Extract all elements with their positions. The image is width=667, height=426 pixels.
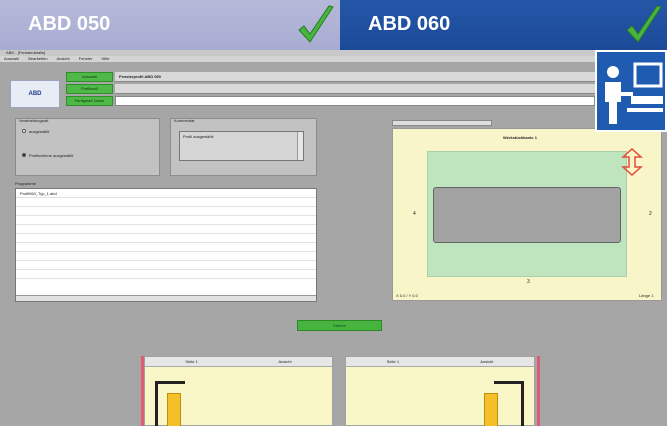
list-item: [16, 261, 316, 270]
lower-left-header-col1: Seite 1: [185, 359, 198, 364]
menu-item-hilfe[interactable]: Hilfe: [101, 56, 109, 61]
clamp-bracket: [155, 381, 158, 426]
list-item: [16, 234, 316, 243]
profile-input[interactable]: [115, 96, 595, 106]
comment-textarea[interactable]: Profil ausgewählt: [179, 131, 304, 161]
check-icon: [298, 5, 334, 43]
menu-item-bearbeiten[interactable]: Bearbeiten: [28, 56, 47, 61]
lower-right-panel: Seite 1 Ansicht: [345, 356, 535, 426]
menu-bar: Auswahl Bearbeiten Ansicht Fenster Hilfe: [0, 56, 667, 62]
check-icon: [626, 5, 662, 43]
menu-item-ansicht[interactable]: Ansicht: [57, 56, 70, 61]
list-horizontal-scrollbar[interactable]: [16, 295, 316, 301]
clamp-bracket: [521, 381, 524, 426]
start-button[interactable]: Starten: [297, 320, 382, 331]
list-item: [16, 243, 316, 252]
list-item: [16, 198, 316, 207]
comment-group-label: Kommentar: [174, 118, 195, 123]
menu-item-auswahl[interactable]: Auswahl: [4, 56, 19, 61]
dim-bottom-label: 3: [527, 279, 530, 285]
radio-option-1[interactable]: [22, 129, 26, 133]
lower-left-panel: Seite 1 Ansicht: [144, 356, 333, 426]
radio-option-2-label: Profilschiene ausgewählt: [29, 153, 74, 158]
auswahl-button[interactable]: Auswahl: [66, 72, 113, 82]
program-list[interactable]: Profil060_Typ_1.abd: [15, 188, 317, 302]
comment-group: Kommentar Profil ausgewählt: [170, 118, 317, 176]
abd-050-banner: ABD 050: [0, 0, 340, 50]
list-item: [16, 207, 316, 216]
lower-right-header: Seite 1 Ansicht: [346, 357, 534, 367]
dim-right-label: 2: [649, 211, 652, 217]
lower-left-header: Seite 1 Ansicht: [145, 357, 332, 367]
list-item: [16, 216, 316, 225]
lower-left-header-col2: Ansicht: [278, 359, 292, 364]
radio-option-2[interactable]: [22, 153, 26, 157]
coords-left: X 0.0 / Y 0.0: [396, 293, 418, 298]
abd-060-banner: ABD 060: [340, 0, 667, 50]
workpiece-panel[interactable]: [433, 187, 621, 243]
operator-computer-icon: [595, 50, 667, 132]
lower-right-header-col2: Ansicht: [480, 359, 494, 364]
comment-scrollbar[interactable]: [297, 132, 303, 160]
fertigmass-button[interactable]: Fertigmaß Nutze: [66, 96, 113, 106]
menu-item-fenster[interactable]: Fenster: [79, 56, 93, 61]
profilmass-button[interactable]: Profilmaß: [66, 84, 113, 94]
profile-field[interactable]: [115, 84, 595, 94]
list-item: [16, 225, 316, 234]
profile-label: Fensterprofil ABD 050: [115, 72, 595, 82]
list-item: [16, 252, 316, 261]
app-logo: ABD: [10, 80, 60, 108]
list-item-label: Profil060_Typ_1.abd: [20, 191, 57, 196]
workpiece-block: [167, 393, 181, 426]
list-group-label: Programme: [15, 181, 36, 186]
dim-left-label: 4: [413, 211, 416, 217]
application-window: ABD - [Fensterdetails] Auswahl Bearbeite…: [0, 50, 667, 426]
view-tabs[interactable]: [392, 120, 492, 126]
lower-right-header-col1: Seite 1: [386, 359, 400, 364]
clamp-bracket: [494, 381, 524, 384]
arrow-icon: [621, 147, 643, 177]
abd-060-title: ABD 060: [368, 13, 451, 35]
screenshot: ABD 050 ABD 060 ABD - [Fensterdetails] A…: [0, 0, 667, 426]
coords-right: Länge 1: [639, 293, 654, 298]
abd-050-title: ABD 050: [28, 13, 111, 35]
list-item[interactable]: Profil060_Typ_1.abd: [16, 189, 316, 198]
radio-option-1-label: ausgewählt: [29, 129, 50, 134]
lower-right-marker: [537, 356, 540, 426]
options-group: Verarbeitungsart ausgewählt Profilschien…: [15, 118, 160, 176]
list-item: [16, 270, 316, 279]
workpiece-drawing: Werkstückkante 1 4 2 3 X 0.0 / Y 0.0 Län…: [392, 128, 662, 301]
workpiece-block: [484, 393, 498, 426]
drawing-title: Werkstückkante 1: [503, 135, 537, 140]
comment-text: Profil ausgewählt: [183, 134, 214, 139]
clamp-bracket: [155, 381, 185, 384]
options-group-label: Verarbeitungsart: [19, 118, 49, 123]
